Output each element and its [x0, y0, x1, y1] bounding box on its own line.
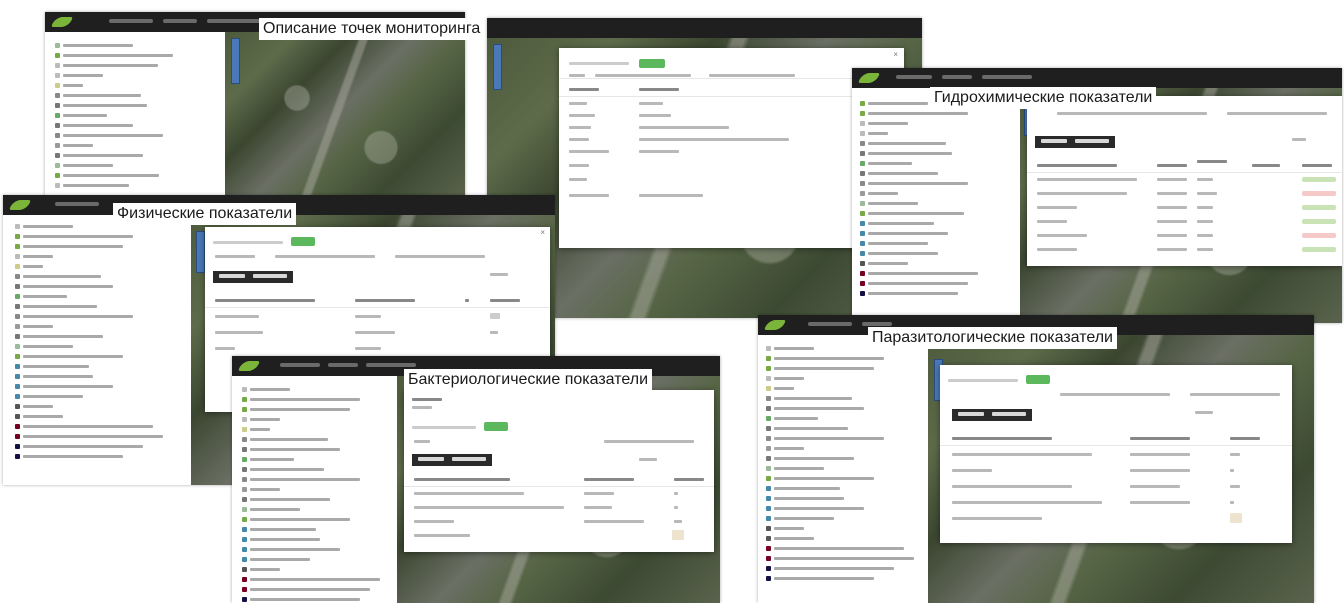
zoom-control[interactable] [231, 38, 240, 84]
logo-icon [764, 320, 786, 330]
layer-tree [15, 223, 190, 463]
apply-button[interactable] [1026, 375, 1050, 384]
app-header [852, 68, 1342, 88]
screenshot-parasitological [758, 315, 1314, 603]
nav-item[interactable] [163, 19, 197, 23]
bacteriological-modal [404, 390, 714, 552]
layer-tree [766, 345, 926, 585]
caption-hydrochemical: Гидрохимические показатели [930, 87, 1157, 109]
nav-item[interactable] [207, 19, 263, 23]
nav-item[interactable] [109, 19, 153, 23]
tab-bar[interactable] [952, 409, 1032, 421]
hydrochemical-modal [1027, 96, 1342, 266]
screenshot-bacteriological [232, 356, 720, 603]
caption-parasitological: Паразитологические показатели [868, 327, 1117, 349]
apply-button[interactable] [484, 422, 508, 431]
app-header [487, 18, 922, 38]
tab-bar[interactable] [1035, 136, 1115, 148]
layer-tree [242, 386, 397, 603]
apply-button[interactable] [291, 237, 315, 246]
tab-bar[interactable] [213, 271, 293, 283]
caption-physical: Физические показатели [113, 203, 297, 225]
logo-icon [858, 73, 880, 83]
zoom-control[interactable] [493, 44, 502, 90]
logo-icon [51, 17, 73, 27]
layer-tree [55, 42, 215, 192]
apply-button[interactable] [639, 59, 665, 68]
tab-bar[interactable] [412, 454, 492, 466]
caption-monitoring-points: Описание точек мониторинга [259, 18, 485, 40]
logo-icon [9, 200, 31, 210]
logo-icon [238, 361, 260, 371]
close-icon[interactable]: × [893, 50, 898, 59]
satellite-map[interactable] [225, 32, 465, 197]
caption-bacteriological: Бактериологические показатели [404, 369, 653, 391]
layer-tree [860, 100, 1020, 300]
parasitological-modal [940, 365, 1292, 543]
close-icon[interactable]: × [540, 228, 545, 237]
zoom-control[interactable] [196, 231, 205, 273]
